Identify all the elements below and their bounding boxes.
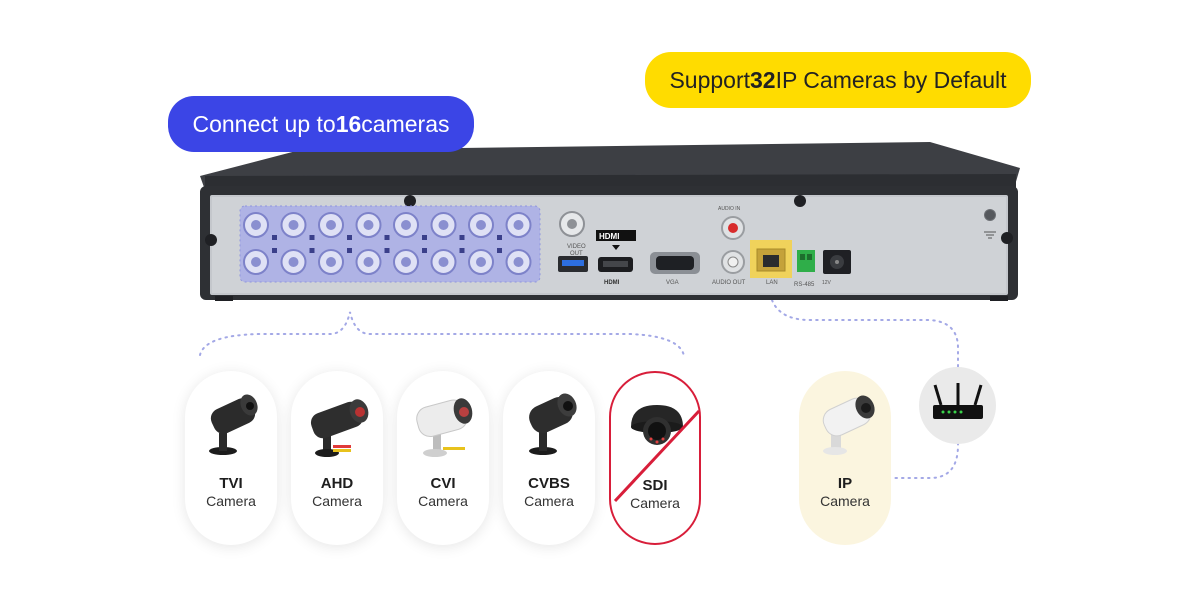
router [919,367,996,444]
bnc-port-pin [438,257,449,267]
rs485-label: RS-485 [794,282,815,288]
camera-type-label: CVI [430,475,456,492]
camera-label: Camera [820,493,870,509]
port-marker [309,248,315,253]
vga-label: VGA [666,280,679,286]
port-marker [459,248,465,253]
callout-right-pre: Support [669,66,750,93]
bnc-port-pin [251,220,261,230]
callout-connect-cameras: Connect up to 16 cameras [168,96,474,152]
camera-card-cvbs: CVBS Camera [503,371,595,545]
camera-card-ip: IP Camera [799,371,891,545]
port-marker [272,248,277,253]
port-marker [384,248,390,253]
bnc-port-pin [401,257,411,267]
bnc-port-pin [288,220,299,230]
port-marker [422,235,427,240]
callout-right-post: IP Cameras by Default [775,66,1007,93]
callout-left-post: cameras [361,110,450,137]
bullet-camera-icon [310,399,369,457]
audio-out-label: AUDIO OUT [712,280,746,286]
camera-type-label: CVBS [528,475,570,492]
power-label: 12V [822,280,832,286]
bnc-port-pin [288,257,299,267]
port-marker [272,235,277,240]
bnc-port-pin [401,220,411,230]
bnc-port-pin [476,257,486,267]
camera-card-ahd: AHD Camera [291,371,383,545]
bnc-port-pin [438,220,449,230]
camera-label: Camera [418,493,468,509]
callout-left-number: 16 [335,110,362,137]
unsupported-cross-icon [613,409,701,503]
callout-ip-support: Support 32 IP Cameras by Default [645,52,1031,108]
camera-type-label: IP [837,475,853,492]
port-marker [384,235,390,240]
camera-card-cvi: CVI Camera [397,371,489,545]
port-marker [459,235,465,240]
video-out-label-1: VIDEO [567,244,586,250]
camera-card-tvi: TVI Camera [185,371,277,545]
bullet-camera-icon [529,393,577,455]
bullet-camera-icon [416,398,473,457]
port-marker [497,235,502,240]
bnc-port-pin [251,257,261,267]
bnc-port-pin [363,257,374,267]
bnc-port-pin [326,220,336,230]
camera-type-label: AHD [320,475,354,492]
bnc-port-pin [513,257,524,267]
router-icon [933,383,983,419]
lan-label: LAN [766,280,778,286]
bnc-port-pin [513,220,524,230]
port-marker [347,248,352,253]
camera-label: Camera [312,493,362,509]
camera-card-sdi-unsupported: SDI Camera [609,371,701,545]
port-marker [347,235,352,240]
bnc-port-pin [363,220,374,230]
ip-bullet-camera-icon [822,395,875,455]
port-marker [422,248,427,253]
bnc-port-pin [476,220,486,230]
bnc-port-pin [326,257,336,267]
callout-left-pre: Connect up to [192,110,336,137]
callout-right-number: 32 [750,66,776,93]
camera-label: Camera [524,493,574,509]
port-marker [497,248,502,253]
bullet-camera-icon [209,394,258,455]
audio-in-label: AUDIO IN [718,206,741,212]
port-marker [309,235,315,240]
camera-type-label: TVI [219,475,243,492]
hdmi-label: HDMI [604,280,620,286]
camera-label: Camera [206,493,256,509]
hdmi-logo: HDMI [599,232,619,241]
